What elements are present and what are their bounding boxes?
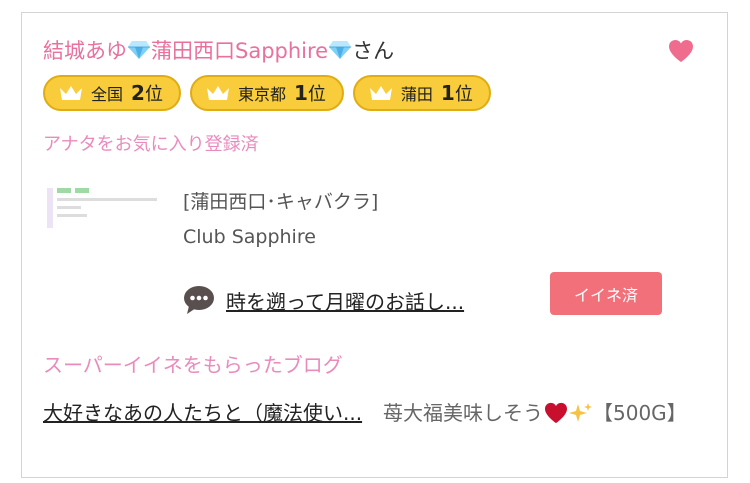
rank-number: 2 [131,81,145,105]
iine-button[interactable]: イイネ済 [550,272,662,315]
diamond-icon [128,41,150,59]
diamond-icon [329,41,352,59]
rank-number: 1 [440,81,455,105]
rank-number: 1 [293,81,308,105]
cast-name[interactable]: 結城あゆ [43,35,127,65]
rank-area: 蒲田 [400,85,433,104]
rank-unit: 位 [307,84,326,105]
super-iine-blog-link[interactable]: 大好きなあの人たちと（魔法使い... [43,397,383,429]
cast-name-row[interactable]: 結城あゆ 蒲田西口Sapphire さん [43,35,394,65]
heart-icon[interactable] [668,39,694,63]
crown-icon [60,86,82,100]
name-suffix: さん [352,39,395,63]
super-iine-heading: スーパーイイネをもらったブログ [43,353,343,377]
super-iine-comment: 苺大福美味しそう 【500G】 [383,397,713,429]
speech-bubble-icon [184,286,214,314]
cast-shop-name[interactable]: 蒲田西口Sapphire [151,35,328,65]
rank-badge-national[interactable]: 全国 2 位 [43,75,181,111]
rank-area: 全国 [91,85,124,104]
rank-unit: 位 [144,84,163,105]
sparkles-icon [569,403,592,422]
rank-area: 東京都 [237,85,286,104]
profile-card: 結城あゆ 蒲田西口Sapphire さん 全国 2 位 東京都 1 位 蒲田 1… [21,12,728,478]
points-text: 【500G】 [593,401,687,425]
blog-post-link[interactable]: 時を遡って月曜のお話し... [226,286,464,315]
rank-badge-tokyo[interactable]: 東京都 1 位 [189,75,344,111]
shop-name[interactable]: Club Sapphire [183,226,316,248]
ranking-badges: 全国 2 位 東京都 1 位 蒲田 1 位 [43,75,491,111]
shop-thumbnail[interactable] [47,188,159,228]
red-heart-icon [545,402,567,424]
crown-icon [206,86,229,100]
crown-icon [369,86,392,100]
shop-category: [蒲田西口･キャバクラ] [183,191,379,213]
favorite-status: アナタをお気に入り登録済 [43,134,259,155]
rank-unit: 位 [454,84,473,105]
comment-text: 苺大福美味しそう [383,401,543,425]
rank-badge-kamata[interactable]: 蒲田 1 位 [352,75,491,111]
